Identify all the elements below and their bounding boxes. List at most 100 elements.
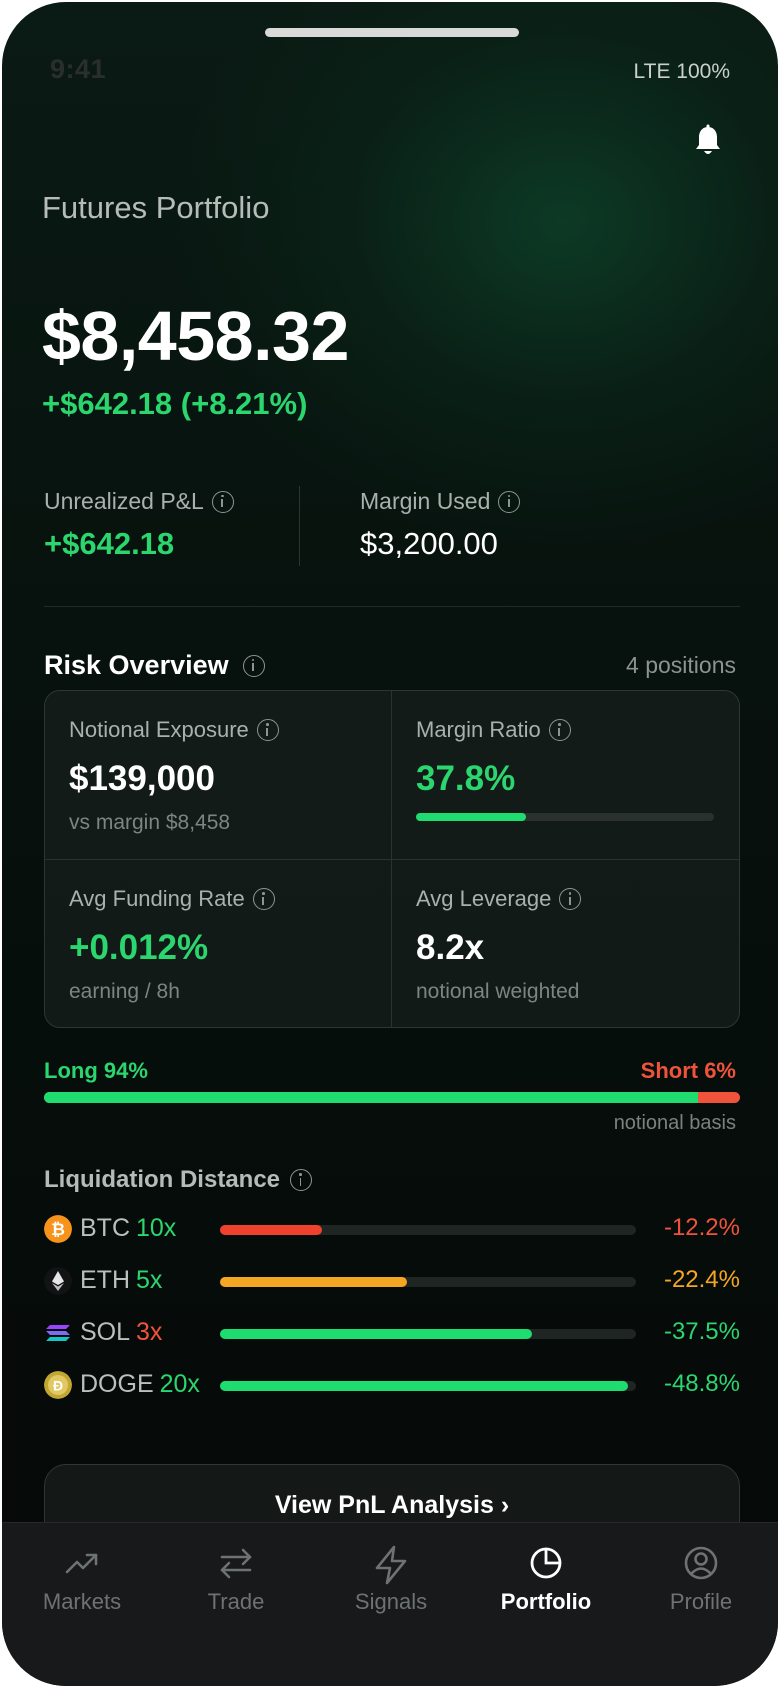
view-pnl-analysis-label: View PnL Analysis ›: [274, 1491, 510, 1519]
bitcoin-icon: ₿: [44, 1215, 72, 1243]
liquidation-bar: [220, 1225, 636, 1235]
tab-profile-label: Profile: [669, 1589, 733, 1614]
liquidation-bar-fill: [220, 1381, 628, 1391]
coin-leverage: 20x: [159, 1370, 200, 1398]
unrealized-pnl-label-text: Unrealized P&L: [44, 488, 204, 514]
liquidation-bar-fill: [220, 1329, 532, 1339]
trend-up-icon: [65, 1553, 98, 1574]
coin-leverage: 10x: [136, 1214, 177, 1242]
liquidation-row-doge[interactable]: Ð DOGE 20x -48.8%: [44, 1370, 740, 1400]
margin-used-label: Margin Used: [360, 488, 521, 515]
margin-ratio-bar-fill: [416, 813, 527, 821]
coin-label: ETH 5x: [80, 1266, 162, 1295]
info-icon[interactable]: [548, 719, 571, 741]
portfolio-change: +$642.18 (+8.21%): [42, 386, 308, 421]
lightning-icon: [375, 1545, 407, 1585]
coin-symbol: BTC: [80, 1214, 130, 1242]
tab-markets[interactable]: Markets: [12, 1545, 152, 1615]
liquidation-percentage: -22.4%: [663, 1266, 740, 1293]
swap-icon: [220, 1548, 252, 1579]
stats-divider: [299, 486, 300, 566]
user-circle-icon: [684, 1546, 718, 1580]
info-icon[interactable]: [290, 1169, 313, 1191]
tab-trade-label: Trade: [207, 1589, 265, 1614]
coin-symbol: SOL: [80, 1318, 131, 1346]
tab-portfolio[interactable]: Portfolio: [476, 1545, 616, 1615]
positions-count: 4 positions: [626, 652, 736, 678]
phone-screen: 9:41 LTE 100% Futures Portfolio $8,458.3…: [2, 2, 778, 1686]
liquidation-distance-title: Liquidation Distance: [44, 1166, 313, 1194]
avg-funding-rate-value: +0.012%: [69, 928, 209, 967]
tab-markets-label: Markets: [42, 1589, 122, 1614]
info-icon[interactable]: [498, 490, 521, 513]
tab-portfolio-label: Portfolio: [500, 1589, 592, 1614]
bottom-tab-bar: Markets Trade Signals Portfolio Profile: [2, 1522, 778, 1686]
margin-ratio-bar: [416, 813, 714, 821]
margin-ratio-label: Margin Ratio: [416, 717, 571, 743]
long-short-note: notional basis: [613, 1112, 736, 1134]
margin-used-label-text: Margin Used: [360, 488, 491, 514]
margin-used-value: $3,200.00: [360, 526, 498, 561]
status-time: 9:41: [50, 54, 107, 84]
ethereum-icon: [44, 1267, 72, 1295]
margin-ratio-value: 37.8%: [416, 759, 516, 798]
avg-leverage-value: 8.2x: [416, 928, 485, 967]
risk-overview-card: Notional Exposure $139,000 vs margin $8,…: [44, 690, 740, 1028]
liquidation-row-eth[interactable]: ETH 5x -22.4%: [44, 1266, 740, 1296]
liquidation-percentage: -37.5%: [663, 1318, 740, 1345]
tab-signals[interactable]: Signals: [321, 1545, 461, 1615]
coin-leverage: 5x: [136, 1266, 163, 1294]
tab-trade[interactable]: Trade: [166, 1545, 306, 1615]
pie-chart-icon: [530, 1547, 562, 1579]
top-grabber: [265, 28, 519, 37]
liquidation-bar: [220, 1329, 636, 1339]
coin-label: SOL 3x: [80, 1318, 162, 1347]
svg-text:₿: ₿: [51, 1220, 65, 1239]
avg-funding-rate-cell: Avg Funding Rate +0.012% earning / 8h: [45, 860, 391, 1027]
notional-exposure-label-text: Notional Exposure: [69, 717, 249, 742]
bell-icon[interactable]: [692, 124, 724, 158]
liquidation-row-sol[interactable]: SOL 3x -37.5%: [44, 1318, 740, 1348]
liquidation-bar-fill: [220, 1225, 322, 1235]
portfolio-title: Futures Portfolio: [42, 190, 270, 225]
dogecoin-icon: Ð: [44, 1371, 72, 1399]
liquidation-distance-title-text: Liquidation Distance: [44, 1166, 281, 1193]
info-icon[interactable]: [256, 719, 279, 741]
svg-text:Ð: Ð: [53, 1378, 63, 1394]
avg-funding-rate-label-text: Avg Funding Rate: [69, 886, 245, 911]
notional-exposure-label: Notional Exposure: [69, 717, 279, 743]
tab-profile[interactable]: Profile: [631, 1545, 771, 1615]
coin-symbol: ETH: [80, 1266, 130, 1294]
info-icon[interactable]: [559, 888, 582, 910]
coin-label: BTC 10x: [80, 1214, 176, 1243]
margin-ratio-cell: Margin Ratio 37.8%: [392, 691, 738, 859]
info-icon[interactable]: [242, 654, 265, 677]
notional-exposure-sub: vs margin $8,458: [69, 811, 231, 834]
coin-symbol: DOGE: [80, 1370, 154, 1398]
info-icon[interactable]: [252, 888, 275, 910]
avg-leverage-cell: Avg Leverage 8.2x notional weighted: [392, 860, 738, 1027]
liquidation-bar-fill: [220, 1277, 408, 1287]
notional-exposure-cell: Notional Exposure $139,000 vs margin $8,…: [45, 691, 391, 859]
long-short-bar: [44, 1092, 740, 1103]
avg-leverage-label: Avg Leverage: [416, 886, 582, 912]
notional-exposure-value: $139,000: [69, 759, 215, 798]
info-icon[interactable]: [211, 490, 234, 513]
liquidation-row-btc[interactable]: ₿ BTC 10x -12.2%: [44, 1214, 740, 1244]
unrealized-pnl-value: +$642.18: [44, 526, 175, 561]
coin-leverage: 3x: [136, 1318, 163, 1346]
liquidation-bar: [220, 1277, 636, 1287]
portfolio-total-value: $8,458.32: [42, 297, 349, 375]
risk-overview-title-text: Risk Overview: [44, 650, 229, 680]
short-percentage: Short 6%: [640, 1058, 736, 1083]
margin-ratio-label-text: Margin Ratio: [416, 717, 541, 742]
long-short-bar-long-fill: [44, 1092, 699, 1103]
status-network: LTE 100%: [633, 60, 731, 83]
avg-leverage-label-text: Avg Leverage: [416, 886, 552, 911]
tab-signals-label: Signals: [354, 1589, 428, 1614]
unrealized-pnl-label: Unrealized P&L: [44, 488, 234, 515]
liquidation-bar: [220, 1381, 636, 1391]
avg-funding-rate-sub: earning / 8h: [69, 980, 180, 1003]
avg-funding-rate-label: Avg Funding Rate: [69, 886, 275, 912]
solana-icon: [46, 1325, 70, 1341]
